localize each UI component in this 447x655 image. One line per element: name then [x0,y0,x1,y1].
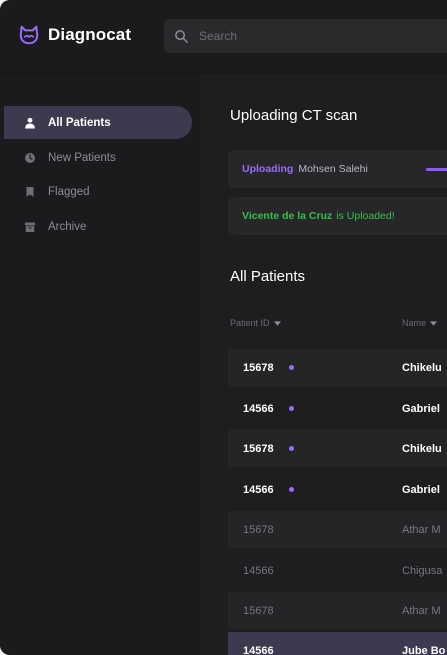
upload-complete-card: Vicente de la Cruz is Uploaded! [228,197,447,235]
upload-progress-bar [426,168,447,171]
diagnocat-logo-icon [19,25,39,45]
app-name: Diagnocat [48,25,132,44]
column-header-label: Patient ID [230,318,270,328]
clock-icon [25,152,35,163]
patient-name: Chikelu [402,442,442,455]
patient-name: Gabriel [402,402,440,415]
sidebar-item-flagged[interactable]: Flagged [4,175,192,208]
patient-name: Jube Bo [402,644,446,655]
sidebar-item-new-patients[interactable]: New Patients [4,141,192,174]
patient-id: 15678 [243,442,274,455]
patient-name: Gabriel [402,483,440,496]
app-window: Diagnocat All Patients New Patients [0,0,447,655]
column-header-name[interactable]: Name [402,318,438,328]
flag-icon [26,186,34,197]
logo[interactable]: Diagnocat [18,24,131,46]
table-row[interactable]: 15678 Athar M [228,511,447,548]
sidebar-item-label: All Patients [48,116,111,129]
archive-icon [25,222,35,232]
user-icon [25,117,35,128]
search-icon [175,29,188,43]
unread-indicator [289,365,294,370]
patient-id: 15678 [243,523,274,536]
unread-indicator [289,406,294,411]
sidebar: All Patients New Patients Flagged Archiv… [0,74,200,655]
column-header-label: Name [402,318,427,328]
table-row[interactable]: 15678 Athar M [228,592,447,629]
table-row[interactable]: 14566 Gabriel [228,471,447,508]
patient-name: Athar M [402,523,441,536]
table-row[interactable]: 15678 Chikelu [228,349,447,386]
sidebar-item-label: New Patients [48,151,116,164]
column-header-patient-id[interactable]: Patient ID [230,318,281,328]
patient-id: 15678 [243,361,274,374]
patient-id: 14566 [243,483,274,496]
main-content: Uploading CT scan Uploading Mohsen Saleh… [200,74,447,655]
table-header: Patient ID Name [230,318,447,332]
sidebar-item-archive[interactable]: Archive [4,210,192,243]
patient-name: Chigusa [402,564,443,577]
upload-complete-text: is Uploaded! [336,210,395,222]
patient-name: Athar M [402,604,441,617]
patient-id: 14566 [243,402,274,415]
sidebar-item-all-patients[interactable]: All Patients [4,106,192,139]
upload-status: Uploading [242,163,294,175]
patient-id: 15678 [243,604,274,617]
patients-title: All Patients [230,268,306,285]
patient-id: 14566 [243,564,274,577]
uploaded-patient-name: Vicente de la Cruz [242,210,333,222]
table-row[interactable]: 15678 Chikelu [228,430,447,467]
uploads-title: Uploading CT scan [230,107,358,124]
search-input[interactable] [199,29,439,43]
patient-name: Chikelu [402,361,442,374]
table-row-selected[interactable]: 14566 Jube Bo [228,632,447,655]
upload-patient-name: Mohsen Salehi [298,163,368,175]
search-box[interactable] [164,19,447,53]
sort-down-icon [273,320,281,326]
unread-indicator [289,446,294,451]
sidebar-item-label: Flagged [48,185,90,198]
table-row[interactable]: 14566 Gabriel [228,390,447,427]
patient-id: 14566 [243,644,274,655]
table-row[interactable]: 14566 Chigusa [228,552,447,589]
sidebar-item-label: Archive [48,220,87,233]
sort-down-icon [430,320,438,326]
unread-indicator [289,487,294,492]
top-bar: Diagnocat [0,0,447,74]
upload-in-progress-card: Uploading Mohsen Salehi [228,150,447,188]
